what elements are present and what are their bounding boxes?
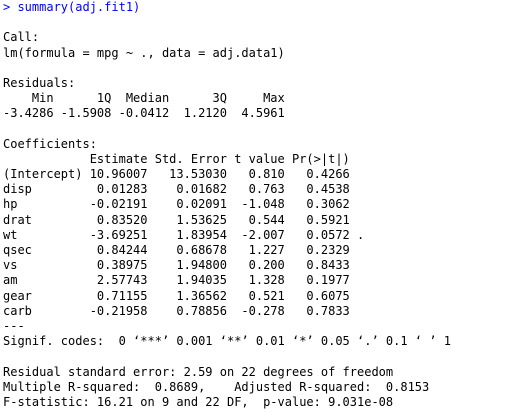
coefficient-row: (Intercept) 10.96007 13.53030 0.810 0.42… <box>3 167 365 182</box>
residuals-labels: Min 1Q Median 3Q Max <box>3 91 292 106</box>
residuals-values: -3.4286 -1.5908 -0.0412 1.2120 4.5961 <box>3 106 292 121</box>
coefficient-row: disp 0.01283 0.01682 0.763 0.4538 <box>3 182 365 197</box>
coefficients-header: Coefficients: <box>3 136 97 151</box>
command-text: summary(adj.fit1) <box>17 0 141 14</box>
coefficient-row: vs 0.38975 1.94800 0.200 0.8433 <box>3 258 365 273</box>
r-squared-line: Multiple R-squared: 0.8689, Adjusted R-s… <box>3 379 437 394</box>
coefficient-row: carb -0.21958 0.78856 -0.278 0.7833 <box>3 303 365 318</box>
coefficient-row: gear 0.71155 1.36562 0.521 0.6075 <box>3 288 365 303</box>
signif-separator: --- <box>3 318 25 333</box>
coefficient-row: drat 0.83520 1.53625 0.544 0.5921 <box>3 212 365 227</box>
coefficient-row: qsec 0.84244 0.68678 1.227 0.2329 <box>3 243 365 257</box>
f-statistic-line: F-statistic: 16.21 on 9 and 22 DF, p-val… <box>3 394 394 409</box>
residuals-header: Residuals: <box>3 75 76 90</box>
call-header: Call: <box>3 30 40 45</box>
r-console[interactable]: > summary(adj.fit1) Call: lm(formula = m… <box>0 0 510 413</box>
call-formula: lm(formula = mpg ~ ., data = adj.data1) <box>3 45 285 60</box>
prompt-symbol: > <box>3 0 18 14</box>
residual-standard-error: Residual standard error: 2.59 on 22 degr… <box>3 364 394 379</box>
coefficient-row: am 2.57743 1.94035 1.328 0.1977 <box>3 273 365 288</box>
command-line: > summary(adj.fit1) <box>3 0 510 15</box>
coefficient-row: wt -3.69251 1.83954 -2.007 0.0572 . <box>3 227 365 242</box>
coefficient-row: hp -0.02191 0.02091 -1.048 0.3062 <box>3 197 365 212</box>
signif-codes: Signif. codes: 0 ‘***’ 0.001 ‘**’ 0.01 ‘… <box>3 334 451 349</box>
coefficients-column-header: Estimate Std. Error t value Pr(>|t|) <box>3 151 365 166</box>
